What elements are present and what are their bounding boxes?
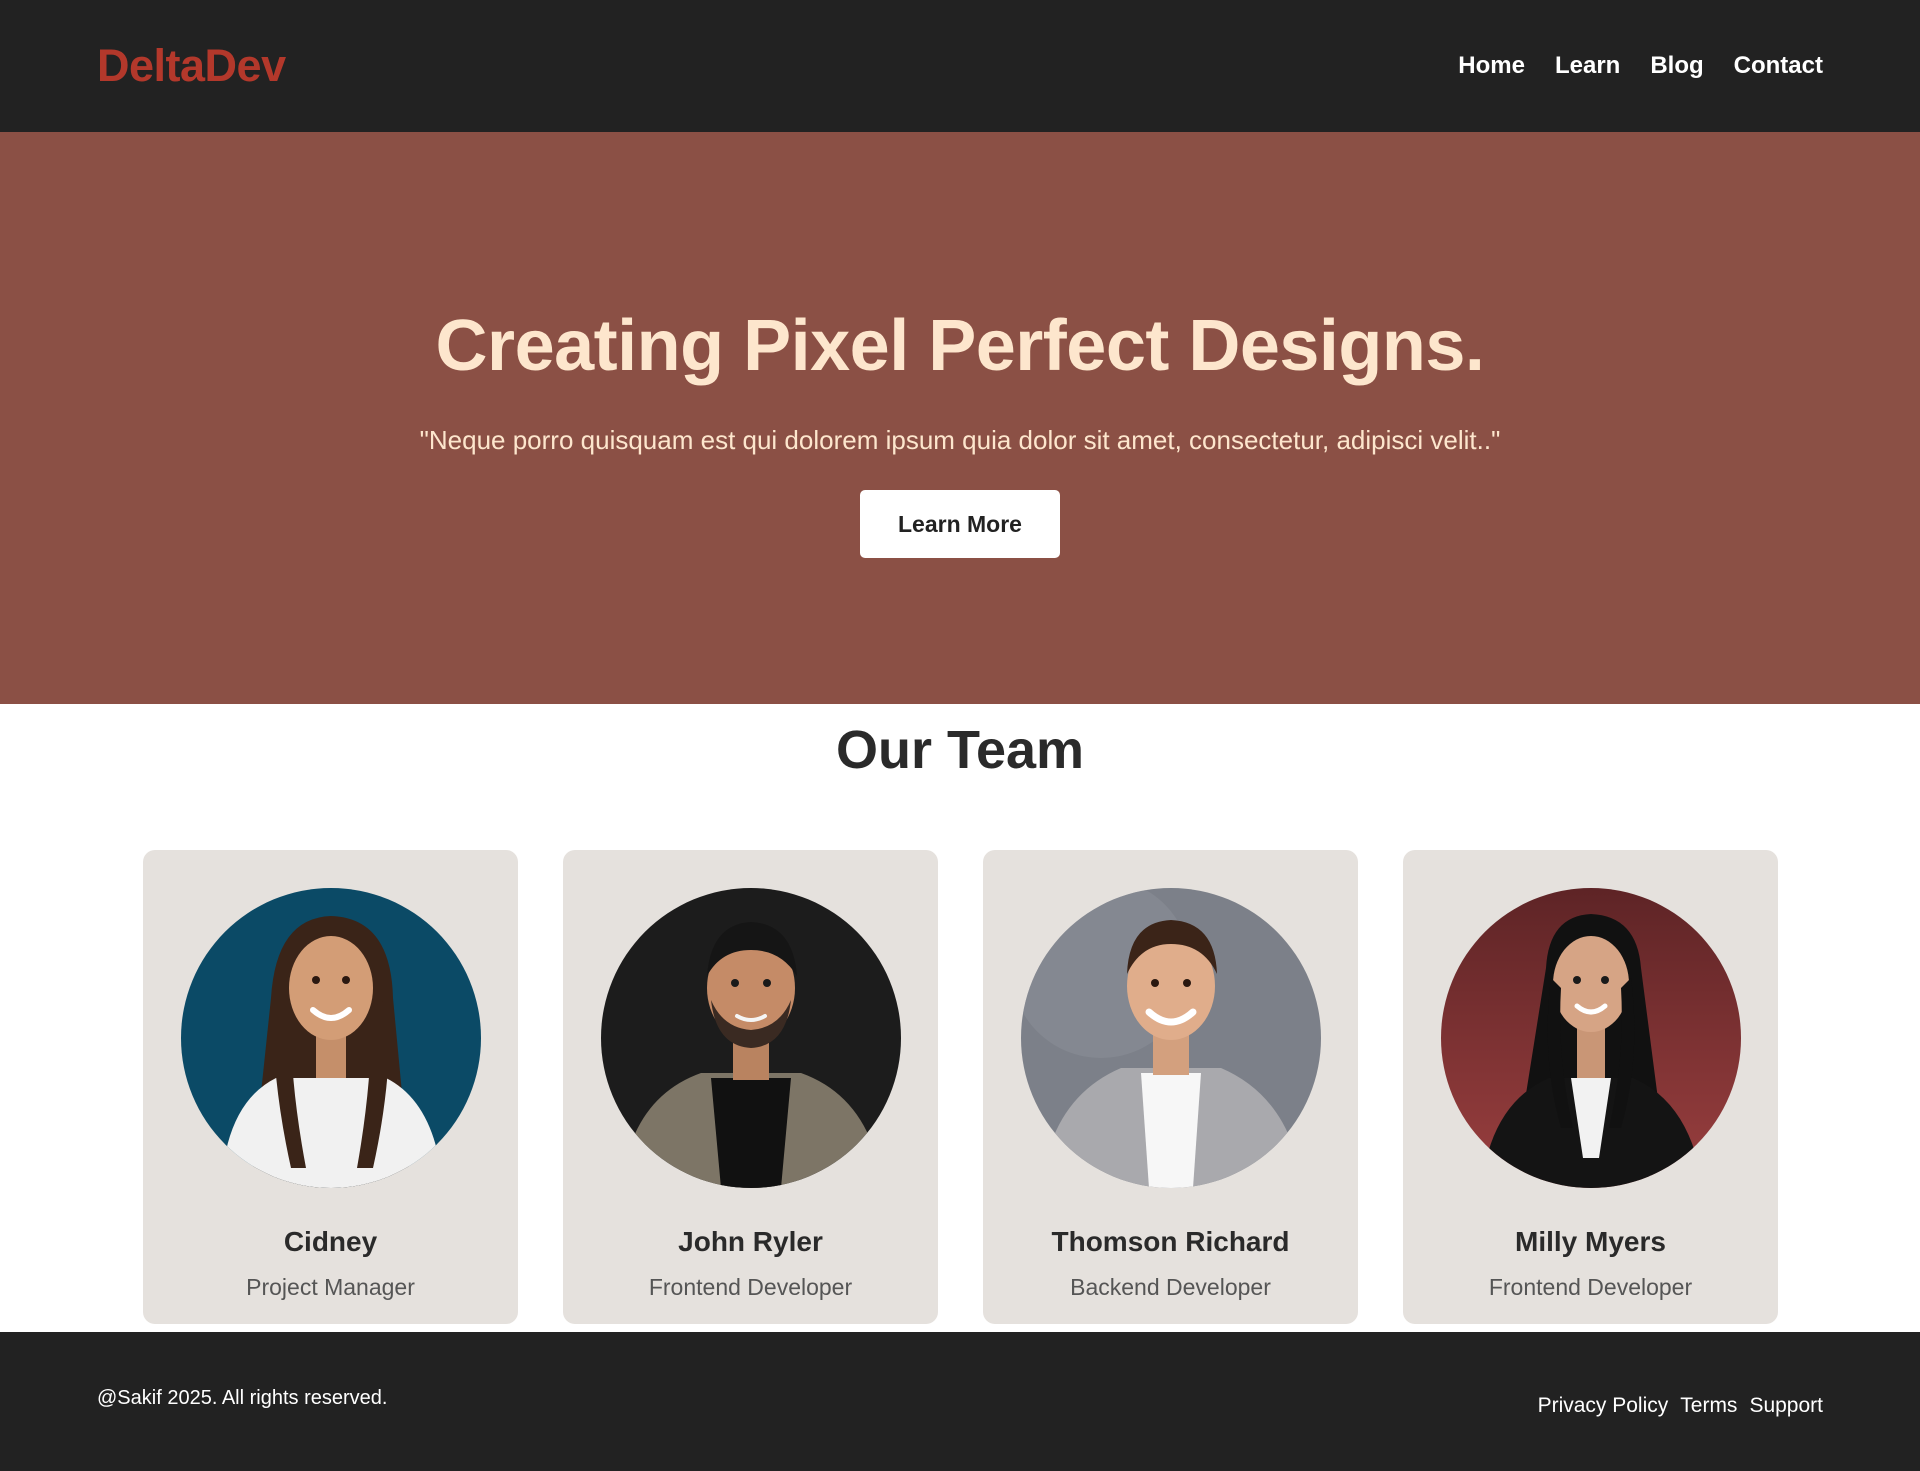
nav-link-learn[interactable]: Learn [1555, 52, 1620, 80]
team-card: Cidney Project Manager [143, 850, 518, 1324]
member-name: Thomson Richard [1051, 1226, 1290, 1257]
member-photo-image [1440, 888, 1741, 1188]
member-role: Backend Developer [1070, 1274, 1271, 1300]
footer-link-support[interactable]: Support [1749, 1394, 1823, 1418]
copyright-text: @Sakif 2025. All rights reserved. [97, 1387, 388, 1409]
team-section: Our Team Cidney Project Manager John Ryl… [0, 704, 1920, 1332]
member-name: John Ryler [678, 1226, 823, 1257]
brand-logo[interactable]: DeltaDev [97, 40, 286, 92]
member-photo-image [1020, 888, 1321, 1188]
member-photo-image [180, 888, 481, 1188]
member-photo [180, 888, 481, 1188]
nav-link-blog[interactable]: Blog [1650, 52, 1703, 80]
team-cards: Cidney Project Manager John Ryler Fronte… [143, 850, 1778, 1324]
main-nav: Home Learn Blog Contact [1458, 52, 1823, 80]
member-name: Milly Myers [1515, 1226, 1666, 1257]
member-name: Cidney [283, 1226, 378, 1257]
learn-more-button[interactable]: Learn More [860, 490, 1060, 558]
member-photo [1440, 888, 1741, 1188]
member-photo [1020, 888, 1321, 1188]
team-heading: Our Team [835, 720, 1085, 780]
footer-links: Privacy Policy Terms Support [1538, 1394, 1823, 1418]
site-header: DeltaDev Home Learn Blog Contact [0, 0, 1920, 132]
footer-link-terms[interactable]: Terms [1680, 1394, 1737, 1418]
team-card: Milly Myers Frontend Developer [1403, 850, 1778, 1324]
hero-quote: "Neque porro quisquam est qui dolorem ip… [419, 425, 1501, 455]
member-role: Project Manager [246, 1274, 415, 1300]
member-role: Frontend Developer [1488, 1274, 1693, 1300]
nav-link-contact[interactable]: Contact [1734, 52, 1823, 80]
footer-link-privacy-policy[interactable]: Privacy Policy [1538, 1394, 1669, 1418]
member-photo [600, 888, 901, 1188]
site-footer: @Sakif 2025. All rights reserved. Privac… [0, 1332, 1920, 1471]
nav-link-home[interactable]: Home [1458, 52, 1525, 80]
member-role: Frontend Developer [648, 1274, 853, 1300]
member-photo-image [600, 888, 901, 1188]
team-card: Thomson Richard Backend Developer [983, 850, 1358, 1324]
team-card: John Ryler Frontend Developer [563, 850, 938, 1324]
hero-section: Creating Pixel Perfect Designs. "Neque p… [0, 132, 1920, 704]
hero-title: Creating Pixel Perfect Designs. [435, 306, 1485, 386]
